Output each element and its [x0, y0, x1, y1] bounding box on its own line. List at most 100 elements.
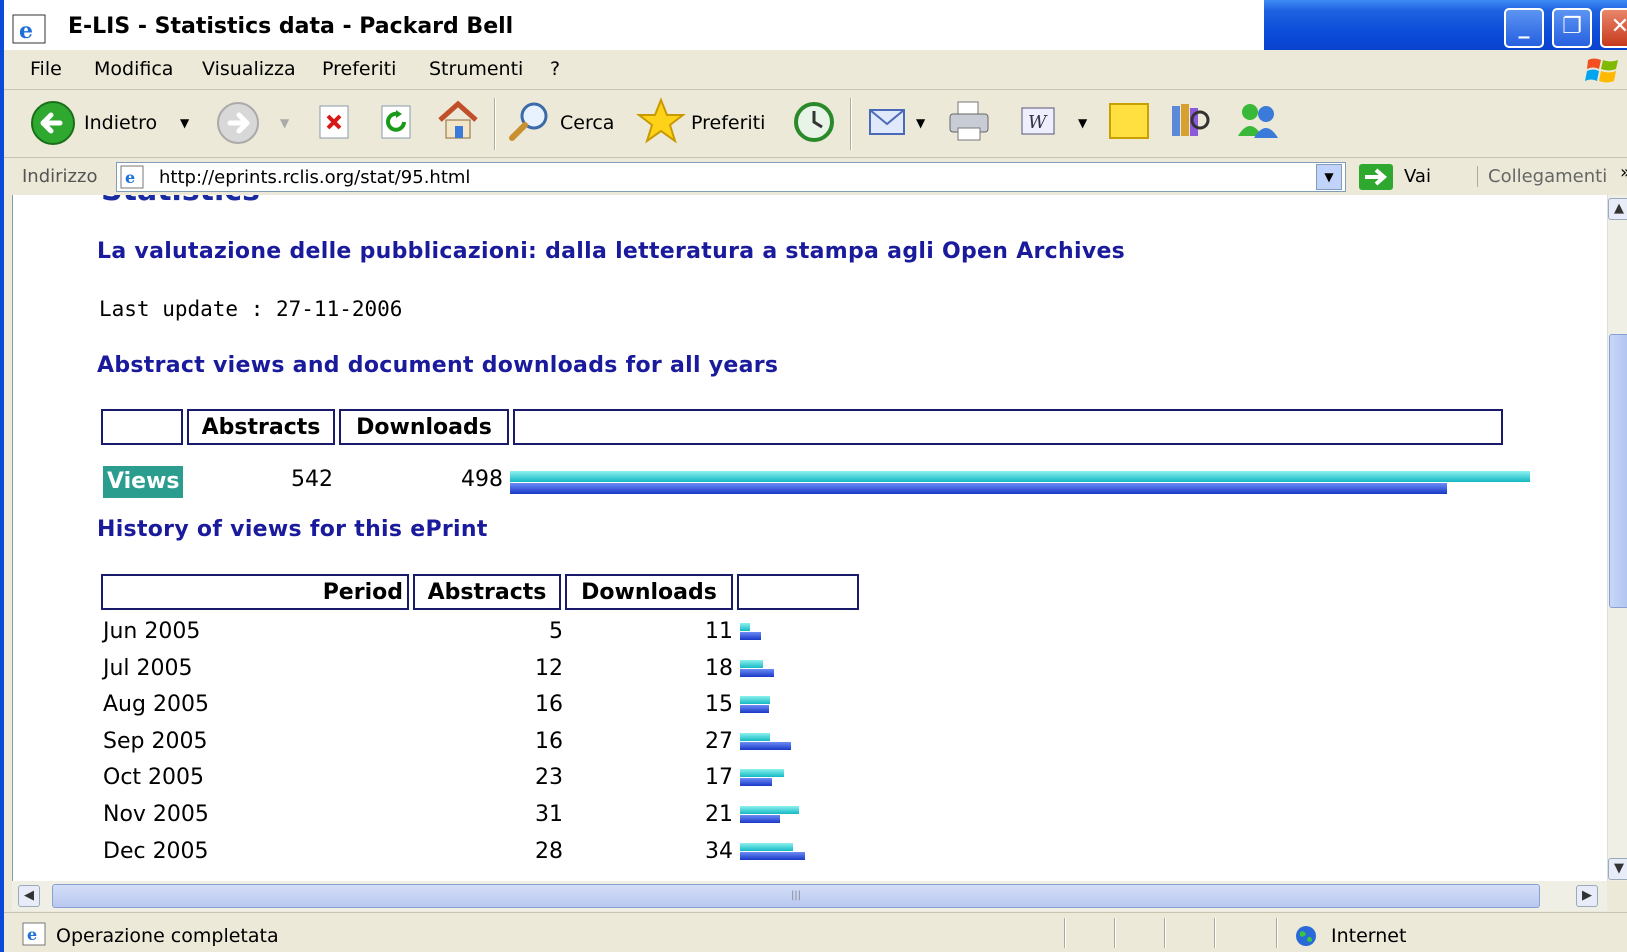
- toolbar-separator: [850, 98, 852, 150]
- vertical-scroll-thumb[interactable]: [1609, 334, 1627, 608]
- history-abstracts: 16: [535, 728, 563, 754]
- page-content: Statistics La valutazione delle pubblica…: [12, 195, 1607, 881]
- history-abstracts: 12: [535, 655, 563, 681]
- history-abstracts: 5: [549, 619, 563, 644]
- history-abstracts: 31: [535, 802, 563, 827]
- status-divider: [1214, 918, 1216, 948]
- history-abstracts: 28: [535, 838, 563, 864]
- address-dropdown-icon[interactable]: ▼: [1316, 164, 1342, 190]
- history-heading: History of views for this ePrint: [97, 517, 488, 542]
- mail-icon[interactable]: [866, 100, 916, 144]
- scroll-left-icon[interactable]: ◀: [18, 885, 40, 907]
- totals-header-chart: [513, 409, 1503, 445]
- status-divider: [1164, 918, 1166, 948]
- download-bar: [740, 851, 805, 860]
- favorites-star-icon[interactable]: [636, 97, 686, 145]
- address-label: Indirizzo: [22, 166, 98, 187]
- messenger-icon[interactable]: [1232, 98, 1284, 144]
- menu-edit[interactable]: Modifica: [94, 58, 173, 80]
- download-bar: [740, 668, 775, 677]
- history-period: Dec 2005: [103, 838, 209, 864]
- stop-icon[interactable]: [314, 102, 354, 142]
- download-bar: [740, 741, 792, 750]
- horizontal-scroll-thumb[interactable]: |||: [52, 884, 1540, 908]
- page-ie-icon: e: [120, 165, 144, 189]
- history-downloads: 21: [705, 802, 733, 827]
- history-period: Nov 2005: [103, 802, 209, 827]
- scroll-down-icon[interactable]: ▼: [1608, 858, 1627, 880]
- back-label[interactable]: Indietro: [84, 112, 157, 134]
- scroll-right-icon[interactable]: ▶: [1576, 885, 1598, 907]
- history-header-downloads: Downloads: [565, 574, 733, 610]
- svg-text:W: W: [1028, 112, 1048, 133]
- word-edit-icon[interactable]: W: [1020, 104, 1056, 138]
- page-heading: Statistics: [101, 195, 260, 208]
- messenger-note-icon[interactable]: [1106, 100, 1152, 144]
- history-abstracts: 23: [535, 765, 563, 791]
- totals-header-blank: [101, 409, 183, 445]
- history-period: Sep 2005: [103, 728, 208, 754]
- windows-logo-icon: [1585, 58, 1618, 83]
- download-bar: [740, 705, 769, 714]
- search-label[interactable]: Cerca: [560, 112, 614, 134]
- edit-dropdown-icon[interactable]: ▼: [1078, 116, 1087, 130]
- history-downloads: 17: [705, 765, 733, 791]
- totals-header-abstracts: Abstracts: [187, 409, 335, 445]
- favorites-label[interactable]: Preferiti: [691, 112, 765, 134]
- address-url[interactable]: http://eprints.rclis.org/stat/95.html: [159, 167, 470, 188]
- menu-file[interactable]: File: [30, 58, 62, 80]
- history-icon[interactable]: [790, 99, 838, 145]
- history-header-chart: [737, 574, 859, 610]
- search-icon[interactable]: [506, 98, 554, 144]
- abstract-bar: [740, 732, 771, 741]
- abstract-bar: [740, 842, 794, 851]
- menu-favorites[interactable]: Preferiti: [322, 58, 396, 80]
- history-downloads: 34: [705, 838, 733, 864]
- history-period: Jul 2005: [103, 655, 193, 681]
- abstract-bar: [740, 769, 784, 778]
- toolbar-separator: [494, 98, 496, 150]
- links-more-icon[interactable]: »: [1620, 162, 1627, 183]
- scroll-up-icon[interactable]: ▲: [1608, 198, 1627, 220]
- go-arrow-icon[interactable]: [1359, 164, 1393, 190]
- menu-view[interactable]: Visualizza: [202, 58, 296, 80]
- internet-globe-icon: [1296, 926, 1316, 946]
- minimize-button[interactable]: _: [1504, 8, 1544, 48]
- history-header-period: Period: [101, 574, 409, 610]
- status-text: Operazione completata: [56, 925, 279, 947]
- go-button[interactable]: Vai: [1404, 166, 1431, 187]
- mail-dropdown-icon[interactable]: ▼: [916, 116, 925, 130]
- history-downloads: 27: [705, 728, 733, 754]
- abstract-bar: [740, 623, 750, 631]
- eprint-title: La valutazione delle pubblicazioni: dall…: [97, 239, 1126, 264]
- history-downloads: 18: [705, 655, 733, 681]
- status-divider: [1114, 918, 1116, 948]
- research-icon[interactable]: [1166, 98, 1214, 144]
- history-table: Period Abstracts Downloads: [97, 570, 863, 614]
- svg-text:e: e: [19, 18, 33, 44]
- total-abstracts: 542: [291, 467, 333, 492]
- svg-text:e: e: [27, 925, 37, 944]
- refresh-icon[interactable]: [376, 102, 416, 142]
- menu-tools[interactable]: Strumenti: [429, 58, 523, 80]
- forward-dropdown-icon[interactable]: ▼: [280, 116, 289, 130]
- last-update: Last update : 27-11-2006: [99, 297, 403, 321]
- window-title: E-LIS - Statistics data - Packard Bell: [68, 14, 514, 39]
- print-icon[interactable]: [944, 98, 994, 144]
- history-header-abstracts: Abstracts: [413, 574, 561, 610]
- history-downloads: 15: [705, 692, 733, 718]
- back-arrow-icon[interactable]: [30, 100, 76, 146]
- maximize-button[interactable]: ❐: [1552, 8, 1592, 48]
- views-row-label: Views: [103, 466, 183, 498]
- forward-arrow-icon[interactable]: [216, 101, 260, 145]
- browser-window: e E-LIS - Statistics data - Packard Bell…: [0, 0, 1627, 952]
- links-bar[interactable]: Collegamenti: [1477, 166, 1607, 187]
- close-button[interactable]: ✕: [1600, 8, 1627, 48]
- total-download-bar: [510, 483, 1448, 494]
- total-abstract-bar: [510, 471, 1530, 482]
- home-icon[interactable]: [434, 98, 482, 144]
- back-dropdown-icon[interactable]: ▼: [180, 116, 189, 130]
- menu-help[interactable]: ?: [550, 58, 560, 80]
- page-status-icon: e: [22, 922, 46, 946]
- abstract-bar: [740, 696, 771, 705]
